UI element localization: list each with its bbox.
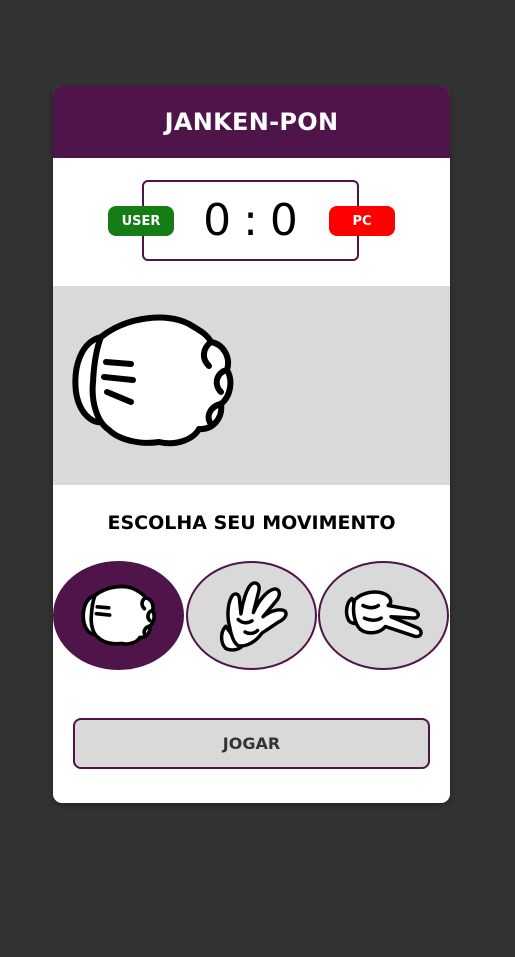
- moves-title: ESCOLHA SEU MOVIMENTO: [107, 512, 396, 534]
- play-button[interactable]: JOGAR: [73, 718, 430, 769]
- header: JANKEN-PON: [53, 86, 450, 158]
- score-display: 0 : 0: [142, 180, 359, 261]
- move-scissors-button[interactable]: [318, 561, 449, 670]
- pc-badge: PC: [329, 206, 395, 236]
- arena: [53, 286, 450, 485]
- score-separator: :: [243, 195, 258, 246]
- moves-selector: [53, 536, 450, 686]
- rock-hand-icon: [72, 314, 234, 447]
- paper-hand-icon: [219, 580, 288, 652]
- game-title: JANKEN-PON: [164, 108, 339, 136]
- rock-hand-icon: [80, 584, 156, 646]
- scissors-hand-icon: [344, 589, 423, 638]
- move-rock-button[interactable]: [53, 561, 184, 670]
- pc-score: 0: [269, 195, 298, 246]
- user-badge: USER: [108, 206, 174, 236]
- user-score: 0: [203, 195, 232, 246]
- game-card: JANKEN-PON 0 : 0 ESCOLHA SEU MOVIMENTO J…: [53, 86, 450, 803]
- move-paper-button[interactable]: [186, 561, 317, 670]
